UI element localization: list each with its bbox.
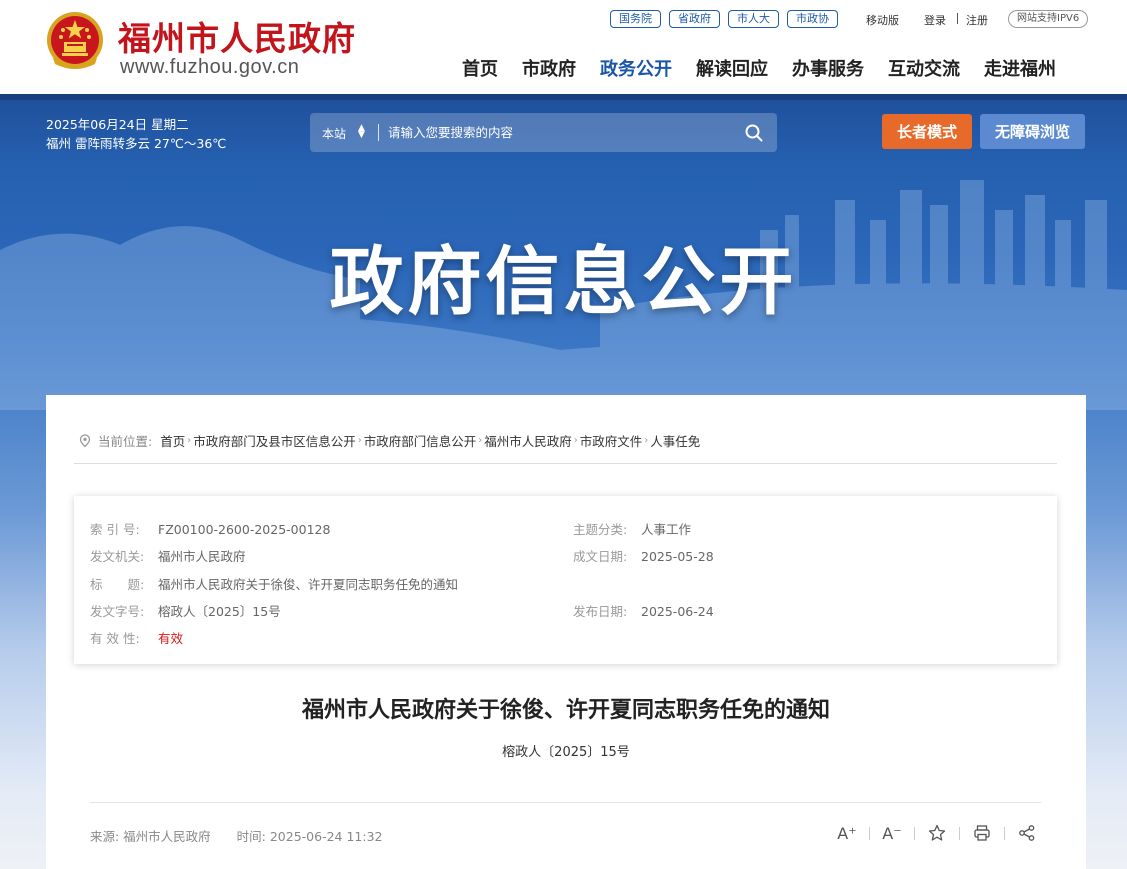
nav-municipal-gov[interactable]: 市政府 [510,55,588,81]
quick-link-peoples-congress[interactable]: 市人大 [728,10,779,28]
article-tools: A⁺ A⁻ [836,822,1038,844]
breadcrumb-home[interactable]: 首页 [160,431,185,450]
current-date: 2025年06月24日 星期二 [46,117,189,132]
meta-written-date: 成文日期: 2025-05-28 [573,546,714,565]
breadcrumb-municipal-gov[interactable]: 福州市人民政府 [484,431,572,450]
breadcrumb-dept-info[interactable]: 市政府部门信息公开 [364,431,477,450]
share-icon[interactable] [1016,822,1038,844]
search-icon[interactable] [745,124,763,142]
meta-docno-value: 榕政人〔2025〕15号 [158,604,281,619]
tool-divider [914,826,915,840]
document-time: 时间: 2025-06-24 11:32 [236,829,383,844]
accessible-browsing-button[interactable]: 无障碍浏览 [980,114,1085,149]
meta-valid-value: 有效 [158,631,184,646]
banner-top-border [0,94,1127,100]
meta-issuer: 发文机关: 福州市人民政府 [90,546,246,565]
breadcrumb-chevron-icon: › [478,435,483,446]
nav-services[interactable]: 办事服务 [780,55,876,81]
meta-valid-label: 有 效 性: [90,631,140,646]
mobile-version-link[interactable]: 移动版 [866,12,899,28]
meta-published-date: 发布日期: 2025-06-24 [573,601,714,620]
site-name[interactable]: 福州市人民政府 [118,12,356,60]
nav-gov-affairs[interactable]: 政务公开 [588,55,684,81]
breadcrumb-chevron-icon: › [573,435,578,446]
quick-link-provincial-gov[interactable]: 省政府 [669,10,720,28]
meta-published-value: 2025-06-24 [641,604,714,619]
site-url[interactable]: www.fuzhou.gov.cn [120,56,299,79]
national-emblem-icon[interactable] [45,10,105,72]
weather-info: 福州 雷阵雨转多云 27℃～36℃ [46,136,227,151]
meta-written-value: 2025-05-28 [641,549,714,564]
font-larger-icon[interactable]: A⁺ [836,822,858,844]
location-pin-icon [79,433,91,447]
breadcrumb-divider [74,463,1057,464]
nav-interpretation[interactable]: 解读回应 [684,55,780,81]
nav-home[interactable]: 首页 [450,55,510,81]
breadcrumb-label: 当前位置: [98,434,153,449]
meta-topic: 主题分类: 人事工作 [573,519,691,538]
meta-issuer-label: 发文机关: [90,549,145,564]
tool-divider [869,826,870,840]
breadcrumb-dept-county[interactable]: 市政府部门及县市区信息公开 [193,431,356,450]
meta-topic-label: 主题分类: [573,522,628,537]
banner-title: 政府信息公开 [329,239,798,325]
breadcrumb-chevron-icon: › [357,435,362,446]
elder-mode-button[interactable]: 长者模式 [882,114,972,149]
document-source-time: 来源: 福州市人民政府 时间: 2025-06-24 11:32 [90,826,386,845]
date-weather: 2025年06月24日 星期二 福州 雷阵雨转多云 27℃～36℃ [46,115,226,153]
meta-validity: 有 效 性: 有效 [90,628,183,647]
meta-doc-number: 发文字号: 榕政人〔2025〕15号 [90,601,281,620]
login-divider [957,13,958,24]
nav-about-fuzhou[interactable]: 走进福州 [972,55,1068,81]
meta-published-label: 发布日期: [573,604,628,619]
register-link[interactable]: 注册 [966,12,988,28]
search-bar: 本站 ▲ ▼ [310,113,777,152]
tool-divider [959,826,960,840]
login-link[interactable]: 登录 [924,12,946,28]
site-header: 福州市人民政府 www.fuzhou.gov.cn 国务院 省政府 市人大 市政… [0,0,1127,94]
scope-updown-icon[interactable]: ▲ ▼ [358,124,365,140]
search-scope-select[interactable]: 本站 [322,125,346,142]
breadcrumb-chevron-icon: › [187,435,192,446]
meta-topic-value: 人事工作 [641,522,692,537]
ipv6-badge: 网站支持IPV6 [1008,10,1089,28]
meta-index-value: FZ00100-2600-2025-00128 [158,522,331,537]
breadcrumb: 当前位置: 首页 › 市政府部门及县市区信息公开 › 市政府部门信息公开 › 福… [78,431,700,450]
meta-index-label: 索 引 号: [90,522,140,537]
meta-title: 标 题: 福州市人民政府关于徐俊、许开夏同志职务任免的通知 [90,574,458,593]
meta-index: 索 引 号: FZ00100-2600-2025-00128 [90,519,330,538]
content-panel: 当前位置: 首页 › 市政府部门及县市区信息公开 › 市政府部门信息公开 › 福… [46,395,1086,869]
document-title: 福州市人民政府关于徐俊、许开夏同志职务任免的通知 [301,698,830,723]
document-divider [90,802,1041,803]
main-nav: 首页 市政府 政务公开 解读回应 办事服务 互动交流 走进福州 [450,55,1068,81]
meta-title-label: 标 题: [90,577,145,592]
font-smaller-icon[interactable]: A⁻ [881,822,903,844]
meta-issuer-value: 福州市人民政府 [158,549,246,564]
search-divider [378,124,379,141]
meta-docno-label: 发文字号: [90,604,145,619]
quick-link-state-council[interactable]: 国务院 [610,10,661,28]
document-number: 榕政人〔2025〕15号 [502,745,630,760]
quick-links: 国务院 省政府 市人大 市政协 [610,10,838,28]
breadcrumb-appointments[interactable]: 人事任免 [650,431,700,450]
favorite-star-icon[interactable] [926,822,948,844]
search-input[interactable] [388,120,728,145]
breadcrumb-gov-documents[interactable]: 市政府文件 [580,431,643,450]
meta-written-label: 成文日期: [573,549,628,564]
quick-link-cppcc[interactable]: 市政协 [787,10,838,28]
breadcrumb-chevron-icon: › [644,435,649,446]
print-icon[interactable] [971,822,993,844]
document-source: 来源: 福州市人民政府 [90,829,211,844]
meta-title-value: 福州市人民政府关于徐俊、许开夏同志职务任免的通知 [158,577,459,592]
nav-interaction[interactable]: 互动交流 [876,55,972,81]
document-metadata-box: 索 引 号: FZ00100-2600-2025-00128 主题分类: 人事工作 … [74,496,1057,664]
tool-divider [1004,826,1005,840]
